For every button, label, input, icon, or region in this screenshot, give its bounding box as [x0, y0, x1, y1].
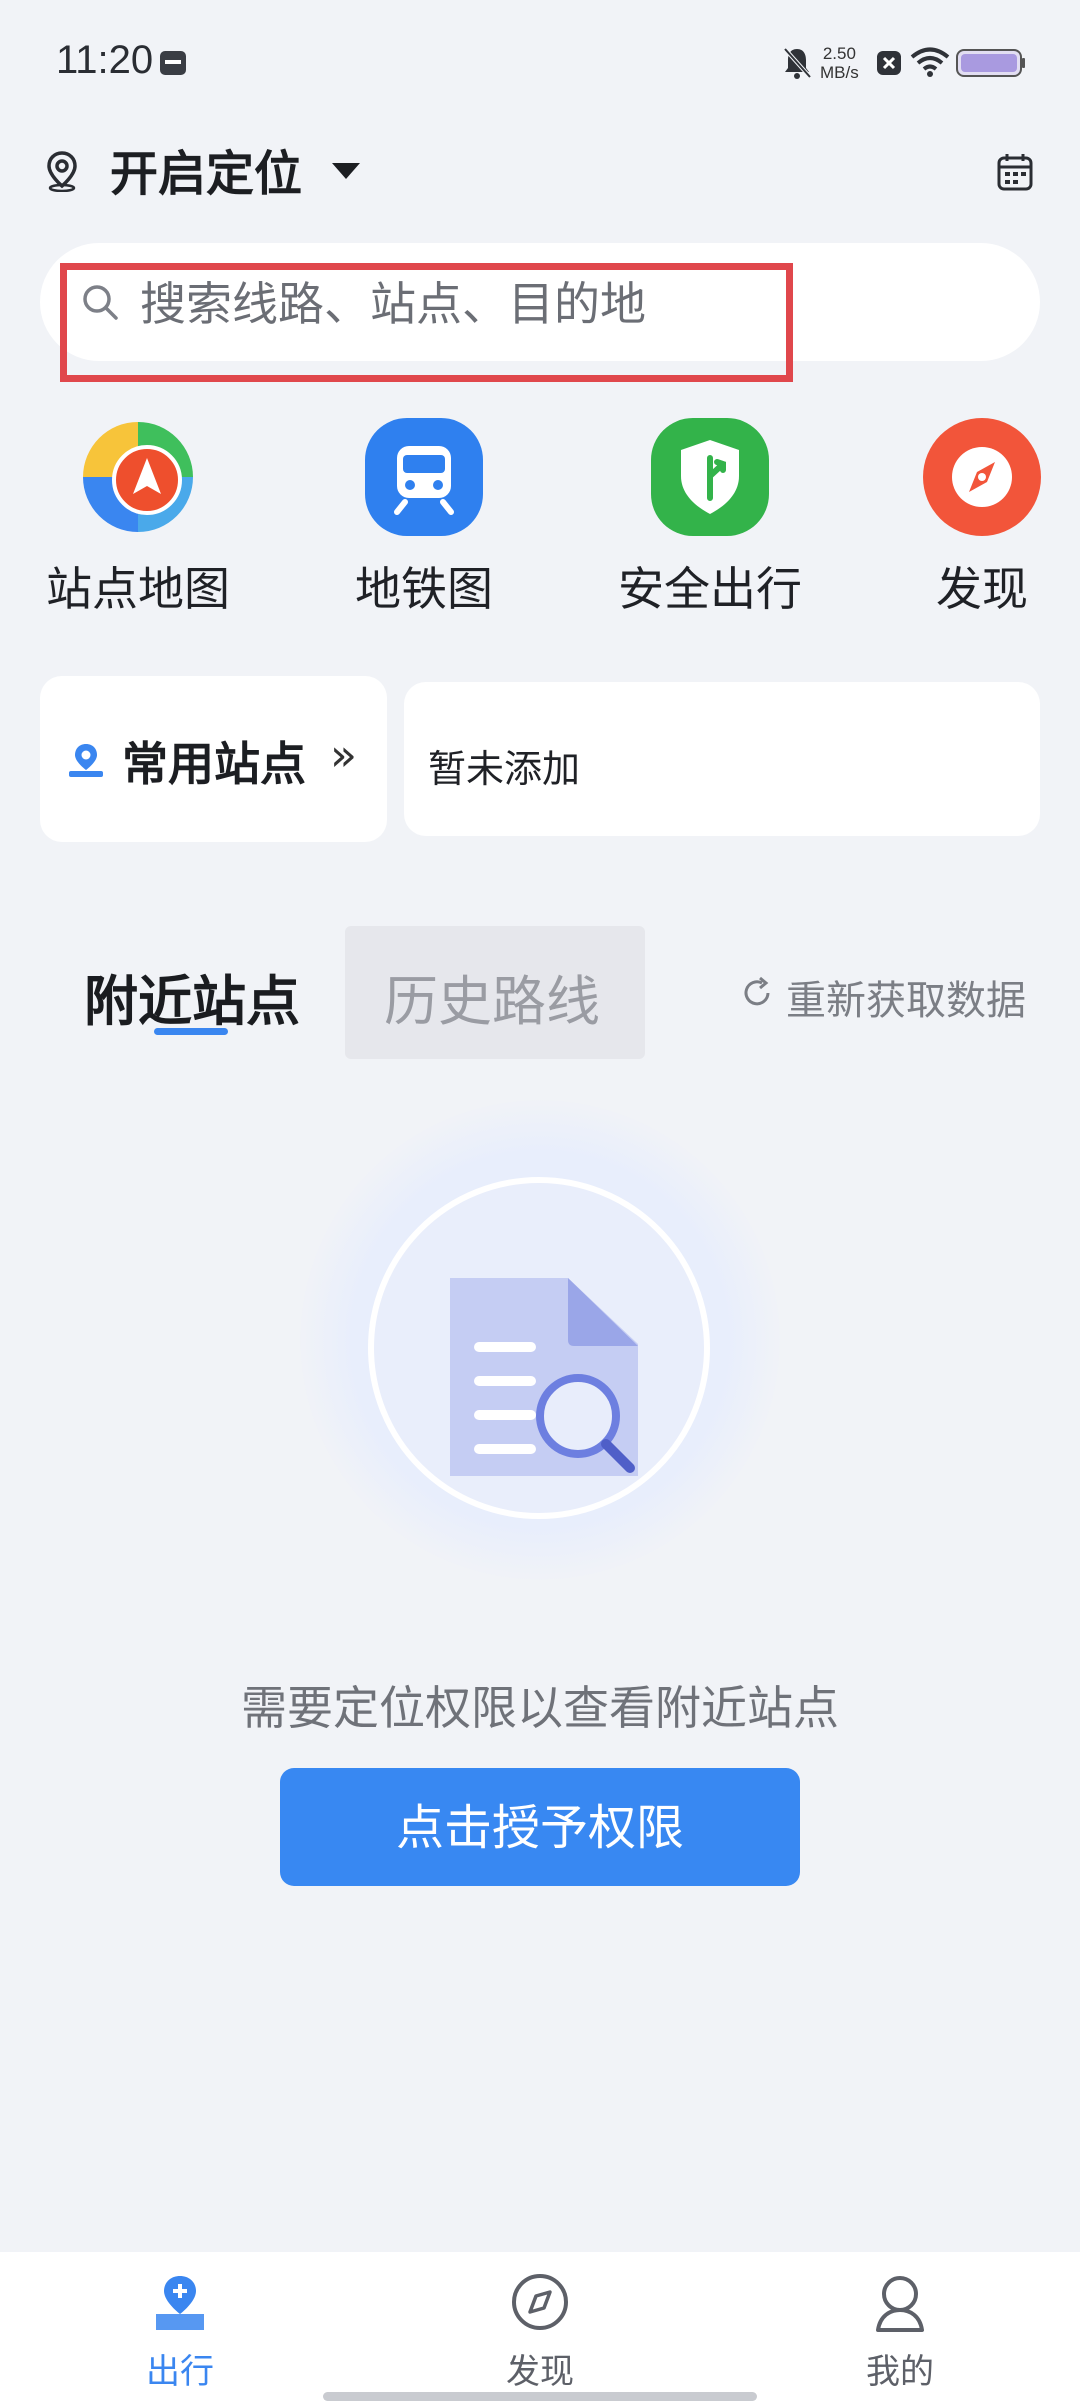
quick-action-label: 发现	[936, 562, 1028, 616]
bell-muted-icon	[783, 47, 812, 79]
tab-history-routes[interactable]: 历史路线	[384, 957, 600, 1036]
discover-icon	[512, 2274, 568, 2330]
station-map-icon	[83, 422, 193, 532]
nav-label: 出行	[146, 2352, 214, 2392]
location-title[interactable]: 开启定位	[110, 134, 302, 204]
refresh-button[interactable]: 重新获取数据	[786, 968, 1026, 1026]
active-tab-indicator	[154, 1028, 228, 1035]
quick-action-label: 安全出行	[618, 562, 802, 616]
compass-icon	[923, 418, 1041, 536]
search-highlight-box	[60, 263, 793, 382]
travel-icon	[156, 2276, 204, 2330]
net-speed-value: 2.50	[822, 44, 856, 63]
double-chevron-right-icon[interactable]: »	[330, 730, 357, 781]
grant-permission-button[interactable]: 点击授予权限	[280, 1768, 800, 1886]
permission-message: 需要定位权限以查看附近站点	[241, 1681, 839, 1735]
quick-action-label: 站点地图	[46, 562, 230, 616]
nav-item-travel[interactable]: 出行	[80, 2268, 280, 2398]
nav-item-profile[interactable]: 我的	[800, 2268, 1000, 2398]
battery-icon	[956, 49, 1025, 77]
common-stations-empty-text: 暂未添加	[428, 747, 581, 791]
calendar-app-icon	[160, 51, 186, 75]
map-pin-icon	[69, 744, 103, 777]
close-box-icon	[877, 51, 901, 75]
quick-action-safe-travel[interactable]: 安全出行	[610, 418, 810, 618]
document-search-icon	[450, 1278, 638, 1476]
caret-down-icon[interactable]	[330, 160, 362, 182]
quick-action-station-map[interactable]: 站点地图	[38, 418, 238, 618]
tab-nearby-stations[interactable]: 附近站点	[84, 957, 300, 1036]
status-time: 11:20	[56, 38, 154, 82]
net-speed-unit: MB/s	[820, 63, 859, 82]
quick-action-discover[interactable]: 发现	[882, 418, 1080, 618]
status-bar: 11:20 2.50 MB/s	[0, 0, 1080, 120]
nav-label: 我的	[866, 2352, 934, 2392]
home-indicator[interactable]	[323, 2392, 757, 2401]
calendar-icon[interactable]	[996, 152, 1034, 192]
common-stations-label[interactable]: 常用站点	[122, 728, 306, 794]
profile-icon	[876, 2276, 924, 2332]
location-row[interactable]: 开启定位	[0, 130, 1080, 210]
quick-action-metro[interactable]: 地铁图	[324, 418, 524, 618]
location-pin-icon	[47, 151, 77, 192]
refresh-icon[interactable]	[740, 976, 774, 1010]
net-speed: 2.50 MB/s	[820, 44, 859, 82]
nav-label: 发现	[506, 2352, 574, 2392]
quick-action-label: 地铁图	[355, 562, 493, 616]
wifi-icon	[910, 47, 950, 77]
metro-icon	[365, 418, 483, 536]
nav-item-discover[interactable]: 发现	[440, 2268, 640, 2398]
safe-travel-icon	[651, 418, 769, 536]
